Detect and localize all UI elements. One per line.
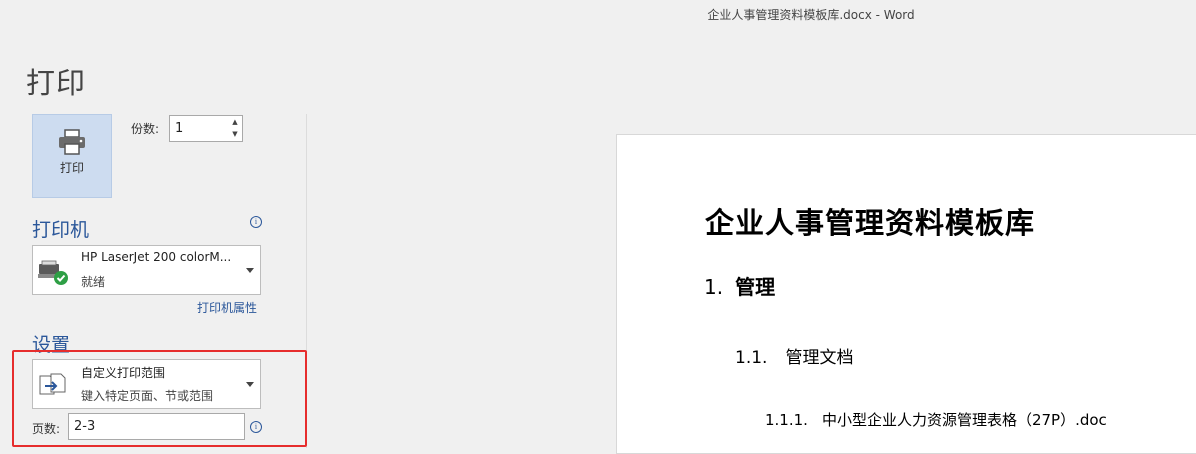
heading-2-number: 1.1. (735, 348, 768, 368)
heading-1-number: 1. (704, 275, 724, 299)
copies-stepper[interactable]: 1 ▲ ▼ (169, 115, 243, 142)
print-button[interactable]: 打印 (32, 114, 112, 198)
preview-title: 企业人事管理资料模板库 (705, 206, 1036, 240)
preview-heading-2: 1.1. 管理文档 (735, 343, 853, 368)
spin-up-icon[interactable]: ▲ (228, 116, 242, 128)
info-icon[interactable]: i (250, 216, 262, 228)
printer-status: 就绪 (81, 275, 106, 289)
copies-value[interactable]: 1 (175, 121, 183, 136)
preview-heading-1: 1. 管理 (704, 271, 775, 300)
printer-name: HP LaserJet 200 colorM... (81, 250, 232, 264)
copies-label: 份数: (131, 122, 160, 136)
printer-ready-icon (38, 260, 68, 285)
chevron-down-icon (246, 268, 254, 273)
spin-down-icon[interactable]: ▼ (228, 128, 242, 140)
heading-2-text: 管理文档 (785, 348, 854, 368)
heading-3-number: 1.1.1. (765, 411, 808, 429)
highlight-box (12, 350, 307, 447)
page-title: 打印 (26, 66, 87, 100)
window-title: 企业人事管理资料模板库.docx - Word (707, 8, 915, 22)
heading-3-text: 中小型企业人力资源管理表格（27P）.doc (821, 411, 1107, 429)
print-preview-page (616, 134, 1196, 454)
preview-heading-3: 1.1.1. 中小型企业人力资源管理表格（27P）.doc (765, 409, 1107, 430)
printer-dropdown[interactable]: HP LaserJet 200 colorM... 就绪 (32, 245, 261, 295)
heading-1-text: 管理 (735, 275, 776, 299)
printer-properties-link[interactable]: 打印机属性 (197, 299, 257, 316)
printer-icon (59, 129, 85, 155)
printer-heading: 打印机 (32, 219, 90, 241)
print-button-label: 打印 (59, 161, 84, 175)
